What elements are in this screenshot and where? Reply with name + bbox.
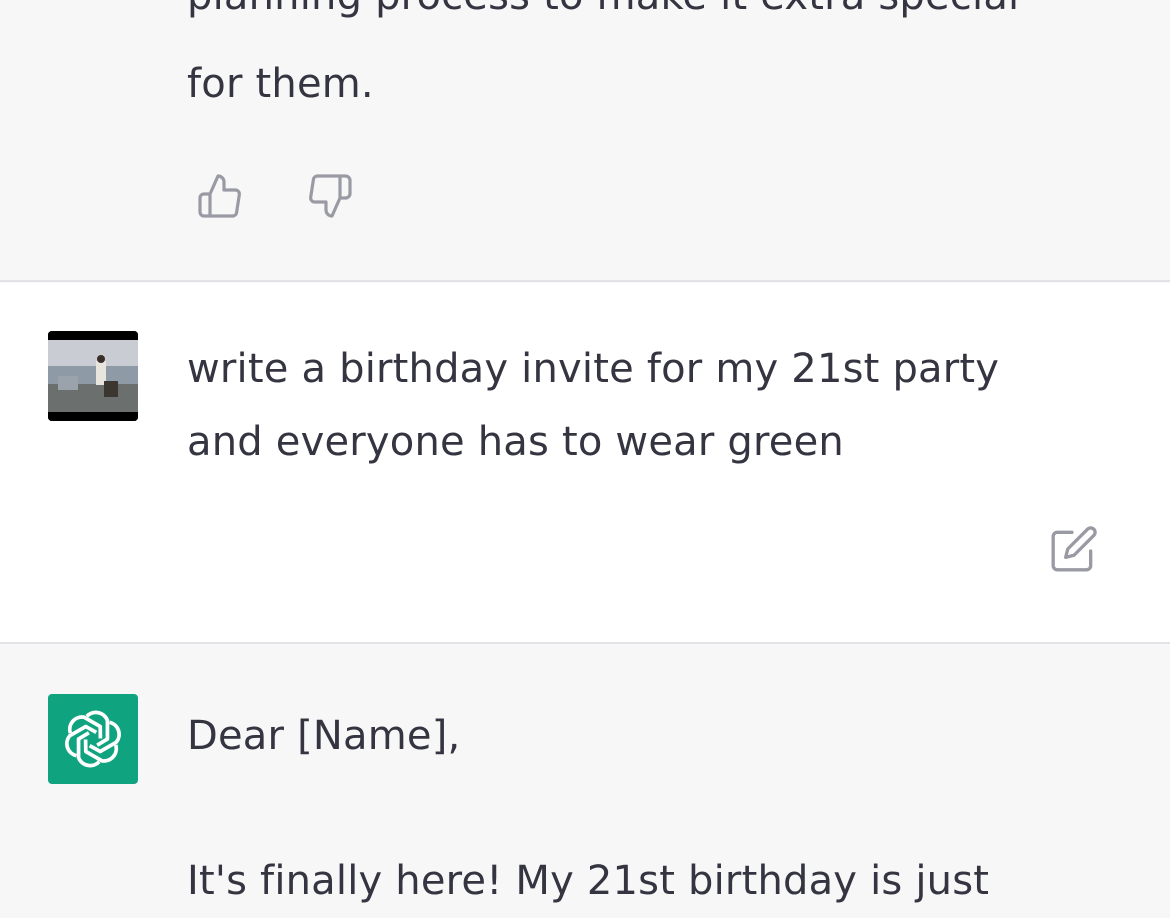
assistant-message-previous: planning process to make it extra specia… xyxy=(0,0,1170,282)
edit-icon xyxy=(1051,526,1097,572)
openai-logo-icon xyxy=(60,710,126,768)
user-message-text: write a birthday invite for my 21st part… xyxy=(187,346,1000,465)
message-text: planning process to make it extra specia… xyxy=(187,0,1087,33)
assistant-message-text: It's finally here! My 21st birthday is j… xyxy=(187,858,990,904)
assistant-avatar xyxy=(48,694,138,784)
thumbs-down-button[interactable] xyxy=(306,172,354,220)
message-text: for them. xyxy=(187,61,374,107)
user-avatar xyxy=(48,331,138,421)
thumbs-up-icon xyxy=(198,174,241,218)
user-message: write a birthday invite for my 21st part… xyxy=(0,283,1170,644)
feedback-buttons xyxy=(196,172,354,220)
assistant-message-greeting: Dear [Name], xyxy=(187,713,461,759)
user-photo xyxy=(48,331,138,421)
thumbs-down-icon xyxy=(309,174,352,218)
edit-message-button[interactable] xyxy=(1046,521,1102,577)
assistant-message: Dear [Name], It's finally here! My 21st … xyxy=(0,645,1170,904)
thumbs-up-button[interactable] xyxy=(196,172,244,220)
